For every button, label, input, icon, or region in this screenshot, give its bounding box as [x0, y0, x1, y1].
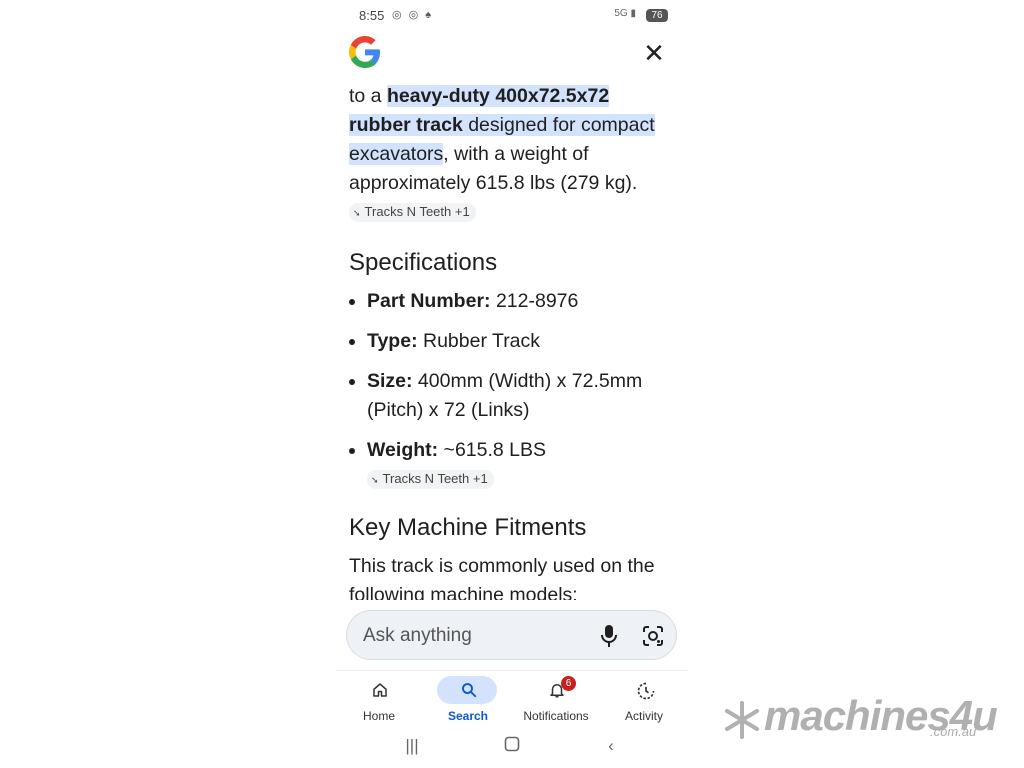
close-icon[interactable]: ✕: [641, 40, 667, 66]
google-lens-icon[interactable]: [641, 624, 665, 648]
nav-item-notifications[interactable]: 6 Notifications: [513, 676, 603, 728]
nav-divider: [336, 670, 688, 671]
recent-apps-icon[interactable]: |||: [400, 736, 424, 758]
ask-input[interactable]: [361, 623, 585, 649]
spec-label: Size:: [367, 370, 413, 392]
source-favicon-icon: ➘: [353, 208, 361, 218]
microphone-icon[interactable]: [599, 624, 619, 648]
specifications-heading: Specifications: [349, 249, 498, 276]
nav-item-activity[interactable]: Activity: [601, 676, 688, 728]
notification-badge: 6: [561, 676, 576, 691]
list-item: Type: Rubber Track: [367, 327, 669, 356]
watermark-domain: .com.au: [930, 724, 977, 739]
source-chip[interactable]: ➘ Tracks N Teeth +1: [367, 470, 494, 489]
phone-screen: 8:55 ◎ ◎ ♠ 5G ▮ 76 ✕ to a heavy-duty 400…: [336, 0, 688, 768]
source-favicon-icon: ➘: [371, 475, 379, 485]
spec-value: ~615.8 LBS: [438, 439, 547, 461]
spec-label: Part Number:: [367, 290, 491, 312]
list-item: Part Number: 212-8976: [367, 287, 669, 316]
list-item: Size: 400mm (Width) x 72.5mm (Pitch) x 7…: [367, 367, 669, 425]
home-button-icon[interactable]: [500, 736, 524, 758]
watermark: machines4u .com.au: [722, 692, 998, 744]
home-icon: [373, 683, 387, 697]
battery-icon: 76: [646, 9, 668, 22]
ask-bar[interactable]: [346, 610, 677, 660]
search-icon: [462, 683, 477, 698]
spec-label: Weight:: [367, 439, 439, 461]
nav-label: Search: [447, 709, 489, 723]
status-time: 8:55: [359, 8, 385, 23]
snowflake-logo-icon: [725, 701, 759, 739]
bottom-nav: Home Search 6 Notifications Activity: [336, 672, 688, 728]
nav-label: Home: [362, 709, 395, 723]
spec-value: 212-8976: [490, 290, 579, 312]
intro-prefix: to a: [349, 85, 387, 107]
spec-value: Rubber Track: [417, 330, 541, 352]
source-chip[interactable]: ➘ Tracks N Teeth +1: [349, 203, 476, 222]
google-logo-icon: [349, 36, 380, 68]
source-chip-label: Tracks N Teeth +1: [364, 204, 470, 219]
source-chip-label: Tracks N Teeth +1: [382, 471, 488, 486]
system-nav-bar: ||| ‹: [336, 734, 688, 762]
spec-label: Type:: [367, 330, 418, 352]
specifications-list: Part Number: 212-8976 Type: Rubber Track…: [349, 287, 669, 494]
list-item: Weight: ~615.8 LBS ➘Tracks N Teeth +1: [367, 436, 669, 494]
signal-icon: 5G ▮: [614, 8, 636, 19]
fitments-paragraph: This track is commonly used on the follo…: [349, 555, 655, 600]
square-icon: [504, 736, 520, 752]
activity-icon: [637, 682, 655, 700]
status-app-icons: ◎ ◎ ♠: [392, 9, 434, 21]
nav-label: Notifications: [523, 709, 589, 723]
nav-label: Activity: [624, 709, 663, 723]
nav-item-search[interactable]: Search: [425, 676, 515, 728]
nav-item-home[interactable]: Home: [336, 676, 426, 728]
fitments-heading: Key Machine Fitments: [349, 514, 587, 541]
status-bar: 8:55 ◎ ◎ ♠ 5G ▮ 76: [336, 0, 688, 30]
back-icon[interactable]: ‹: [599, 736, 623, 758]
intro-paragraph: to a heavy-duty 400x72.5x72 rubber track…: [349, 82, 669, 227]
answer-content: to a heavy-duty 400x72.5x72 rubber track…: [349, 82, 669, 600]
